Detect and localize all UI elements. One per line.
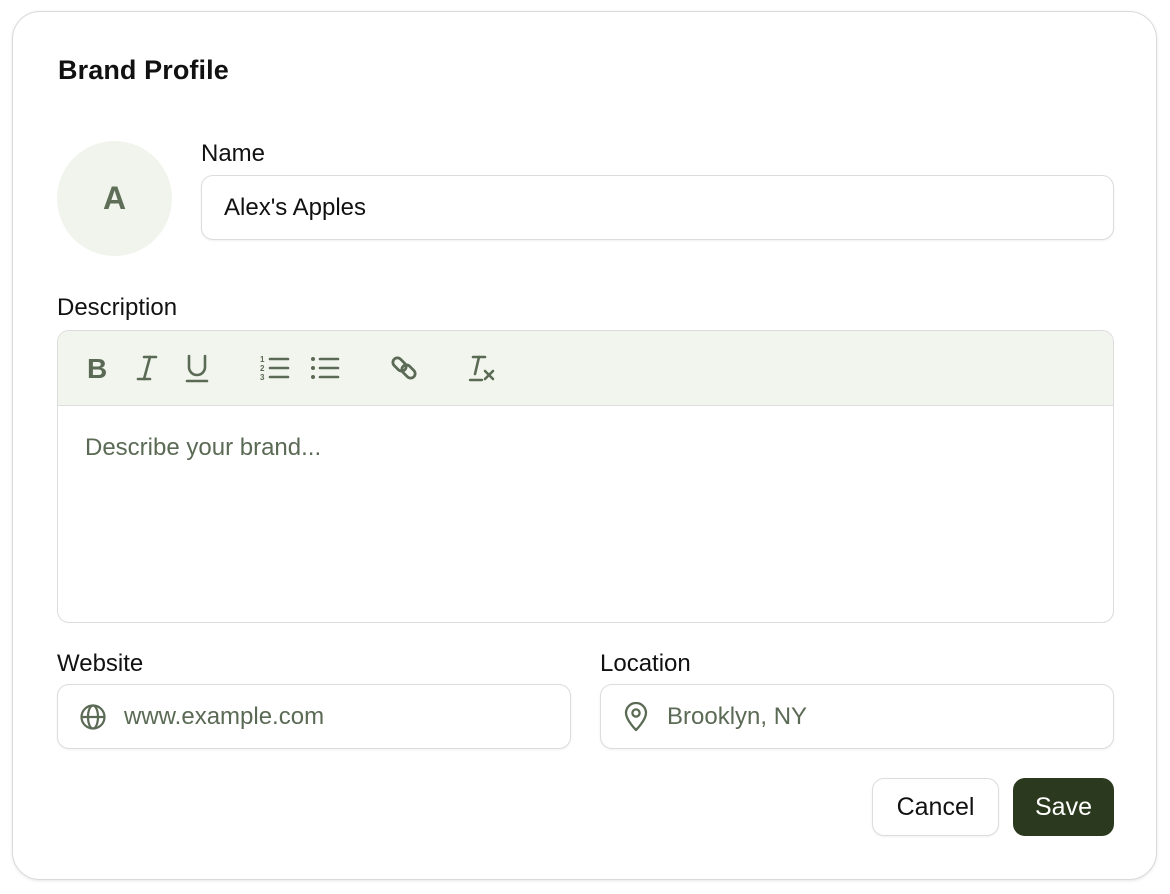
description-label: Description	[57, 294, 178, 321]
link-icon[interactable]	[387, 351, 421, 385]
brand-profile-card: Brand Profile A Name Alex's Apples Descr…	[12, 11, 1157, 880]
underline-icon[interactable]	[180, 351, 214, 385]
name-input[interactable]: Alex's Apples	[201, 175, 1114, 240]
svg-text:2: 2	[260, 364, 265, 373]
save-button[interactable]: Save	[1013, 778, 1114, 836]
map-pin-icon	[621, 701, 651, 732]
avatar[interactable]: A	[57, 141, 172, 256]
website-placeholder: www.example.com	[124, 702, 325, 730]
bold-icon[interactable]: B	[80, 351, 114, 385]
svg-text:1: 1	[260, 355, 265, 364]
name-input-value: Alex's Apples	[224, 193, 366, 221]
italic-icon[interactable]	[130, 351, 164, 385]
bullet-list-icon[interactable]	[308, 351, 342, 385]
name-label: Name	[201, 140, 266, 167]
location-label: Location	[600, 650, 691, 677]
svg-text:3: 3	[260, 373, 265, 382]
website-input[interactable]: www.example.com	[57, 684, 571, 749]
svg-text:B: B	[87, 353, 107, 383]
location-placeholder: Brooklyn, NY	[667, 702, 808, 730]
description-placeholder: Describe your brand...	[85, 434, 322, 461]
ordered-list-icon[interactable]: 1 2 3	[258, 351, 292, 385]
description-textarea[interactable]: Describe your brand...	[58, 406, 1113, 490]
cancel-button[interactable]: Cancel	[872, 778, 999, 836]
clear-format-icon[interactable]	[465, 351, 499, 385]
location-input[interactable]: Brooklyn, NY	[600, 684, 1114, 749]
website-label: Website	[57, 650, 144, 677]
globe-icon	[78, 702, 108, 732]
editor-toolbar: B 1 2 3	[58, 331, 1113, 406]
page-title: Brand Profile	[58, 55, 229, 85]
avatar-initial: A	[102, 180, 127, 216]
description-editor: B 1 2 3 Describe your brand...	[57, 330, 1114, 623]
